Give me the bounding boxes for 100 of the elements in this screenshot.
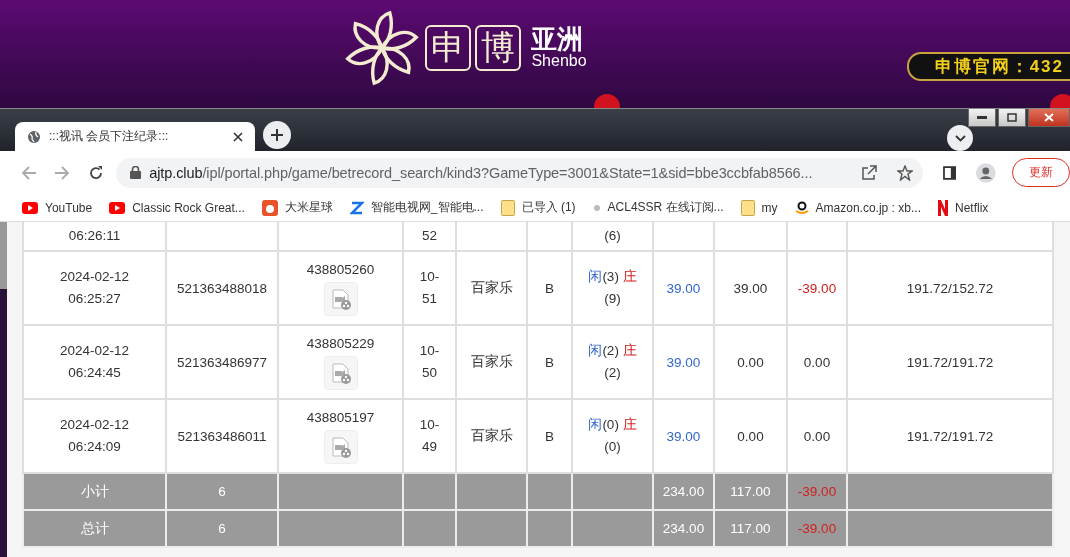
balance-text: 191.72/191.72 <box>906 354 994 370</box>
bookmark-item[interactable]: 已导入 (1) <box>500 199 576 216</box>
bookmark-item[interactable]: my <box>740 199 778 216</box>
tab-search-button[interactable] <box>947 125 973 151</box>
back-arrow-icon <box>20 164 37 181</box>
bookmark-item[interactable]: Netflix <box>937 199 989 216</box>
win-amount: 0.00 <box>803 354 831 370</box>
logo-text: 亚洲 <box>531 26 585 52</box>
bet-date: 2024-02-12 <box>59 342 130 361</box>
valid-amount: 39.00 <box>733 280 768 296</box>
win-amount: 0.00 <box>803 428 831 444</box>
round-number: 49 <box>422 438 437 456</box>
game-number: 438805229 <box>306 335 375 354</box>
valid-amount: 0.00 <box>737 428 764 444</box>
reload-icon <box>87 164 104 181</box>
bet-number: 521363486011 <box>177 428 267 444</box>
folder-icon <box>500 199 515 216</box>
round-number: 51 <box>422 290 437 308</box>
bet-time: 06:24:45 <box>68 364 121 382</box>
app-icon <box>261 199 278 216</box>
address-bar[interactable]: ajtp.club/ipl/portal.php/game/betrecord_search/kind3?GameType=3001&State=1&sid=bbe3ccbfab8566... <box>116 157 923 188</box>
plus-icon <box>271 129 283 141</box>
bookmark-item[interactable]: 智能电视网_智能电... <box>349 199 484 216</box>
game-number: 438805260 <box>306 261 375 280</box>
result-text: 闲(0) 庄 <box>588 416 637 435</box>
total-cell: 6 <box>166 510 278 547</box>
browser-tab[interactable]: :::视讯 会员下注纪录::: <box>15 122 255 151</box>
logo-character: 博 <box>475 25 522 71</box>
bet-time: 06:25:27 <box>68 290 121 308</box>
table-name: B <box>545 354 554 370</box>
total-cell: 总计 <box>23 510 166 547</box>
url-text: ajtp.club/ipl/portal.php/game/betrecord_search/kind3?GameType=3001&State=1&sid=bbe3ccbfab8566... <box>149 164 814 181</box>
globe-icon <box>27 129 41 144</box>
close-button[interactable] <box>1028 109 1070 127</box>
win-amount: -39.00 <box>797 280 837 296</box>
share-icon[interactable] <box>860 165 877 180</box>
round-number: 50 <box>422 364 437 382</box>
bookmark-item[interactable]: 大米星球 <box>261 199 333 216</box>
bet-time: 06:24:09 <box>68 438 121 456</box>
total-cell: -39.00 <box>787 510 847 547</box>
valid-amount: 0.00 <box>737 354 764 370</box>
folder-icon <box>740 199 755 216</box>
minimize-icon <box>977 115 987 120</box>
profile-icon[interactable] <box>976 162 997 183</box>
lock-icon <box>130 166 142 179</box>
smile-icon <box>794 200 809 215</box>
logo-character: 申 <box>425 25 472 71</box>
bookmark-item[interactable]: Classic Rock Great... <box>109 200 245 215</box>
balance-text: 191.72/152.72 <box>906 280 994 296</box>
new-tab-button[interactable] <box>263 121 291 149</box>
video-replay-icon[interactable] <box>323 281 358 316</box>
play-icon <box>109 201 126 214</box>
table-name: B <box>545 280 554 296</box>
result-text: 闲(3) 庄 <box>588 268 637 287</box>
banker-score: (9) <box>604 290 621 308</box>
bookmark-item[interactable]: ACL4SSR 在线订阅... <box>592 199 724 216</box>
bookmark-item[interactable]: Amazon.co.jp : xb... <box>794 200 921 215</box>
game-name: 百家乐 <box>470 354 513 369</box>
total-cell: 234.00 <box>653 510 714 547</box>
forward-arrow-icon <box>54 164 71 181</box>
bet-date: 2024-02-12 <box>59 268 130 287</box>
round-number: 52 <box>422 227 437 246</box>
minimize-button[interactable] <box>968 109 996 127</box>
round-number: 10- <box>419 268 440 287</box>
banker-score: (2) <box>604 364 621 382</box>
bet-date: 2024-02-12 <box>59 416 130 435</box>
game-name: 百家乐 <box>470 280 513 295</box>
table-name: B <box>545 428 554 444</box>
n-icon <box>937 199 948 216</box>
banker-score: (6) <box>604 227 621 246</box>
maximize-icon <box>1007 113 1017 122</box>
dot-icon <box>592 203 601 212</box>
bet-number: 521363486977 <box>176 354 268 370</box>
marquee-banner: 申博官网：432 <box>906 52 1070 81</box>
video-replay-icon[interactable] <box>323 355 358 390</box>
bet-amount: 39.00 <box>666 428 701 444</box>
game-name: 百家乐 <box>470 428 513 443</box>
close-icon <box>1044 113 1054 122</box>
bet-number: 521363488018 <box>176 280 268 296</box>
game-number: 438805197 <box>306 409 375 428</box>
bookmark-item[interactable]: YouTube <box>22 200 93 215</box>
bet-amount: 39.00 <box>666 354 701 370</box>
tab-title: :::视讯 会员下注纪录::: <box>49 128 170 145</box>
sidebar-icon[interactable] <box>942 165 957 180</box>
chevron-down-icon <box>954 134 966 142</box>
total-cell: 117.00 <box>714 510 787 547</box>
round-number: 10- <box>419 342 440 361</box>
z-icon <box>349 199 364 216</box>
bet-amount: 39.00 <box>666 280 701 296</box>
bet-time: 06:26:11 <box>68 227 121 246</box>
maximize-button[interactable] <box>998 109 1026 127</box>
close-icon[interactable] <box>233 131 243 142</box>
balance-text: 191.72/191.72 <box>906 428 994 444</box>
star-icon[interactable] <box>896 164 913 181</box>
result-text: 闲(2) 庄 <box>588 342 637 361</box>
video-replay-icon[interactable] <box>323 429 358 464</box>
scrollbar[interactable] <box>0 222 7 557</box>
round-number: 10- <box>419 416 440 435</box>
logo-subtext: Shenbo <box>531 52 587 70</box>
play-icon <box>22 201 38 214</box>
